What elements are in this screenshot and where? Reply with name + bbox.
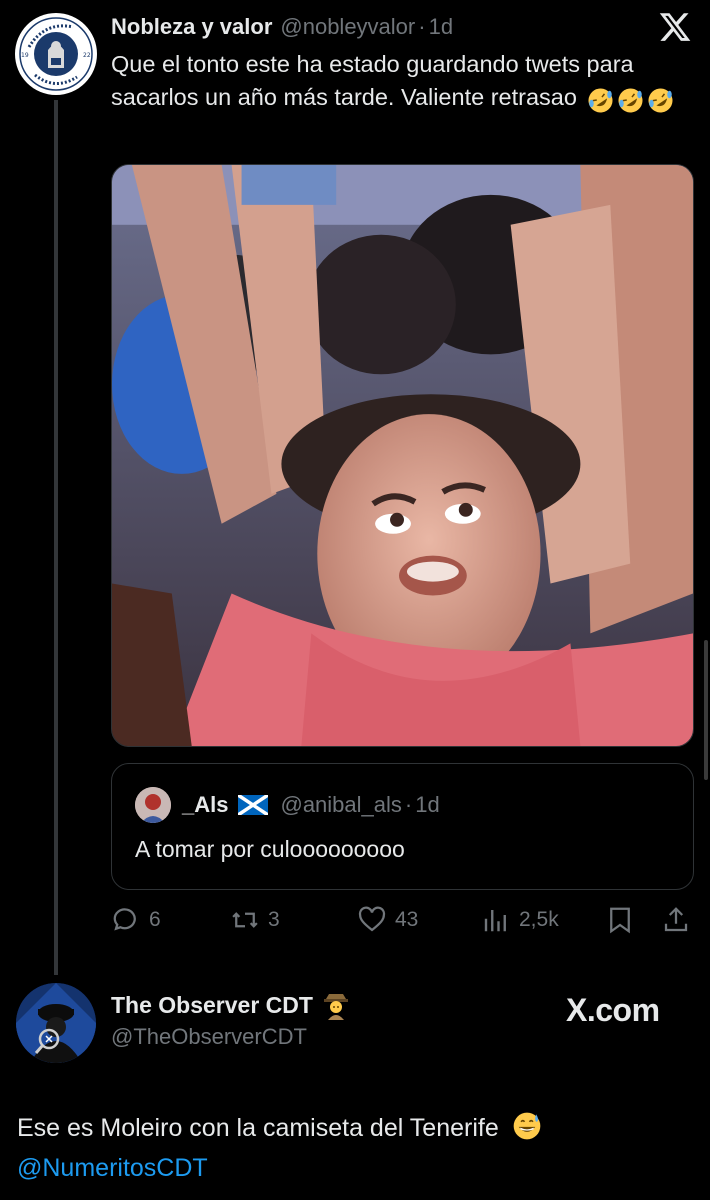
mention-link[interactable]: @NumeritosCDT — [17, 1154, 208, 1182]
tweet-media-image[interactable] — [111, 164, 694, 747]
thread-line — [54, 100, 58, 975]
scrollbar[interactable] — [704, 640, 708, 780]
like-button[interactable]: 43 — [357, 900, 418, 940]
reply-header: The Observer CDT — [111, 987, 349, 1023]
emoji-group — [587, 82, 677, 115]
rolling-on-floor-laughing-icon — [618, 88, 643, 113]
observer-avatar-image — [16, 983, 96, 1063]
heart-icon — [358, 906, 386, 932]
retweet-button[interactable]: 3 — [230, 900, 280, 940]
svg-text:22: 22 — [83, 52, 91, 59]
reply-text-body: Ese es Moleiro con la camiseta del Tener… — [17, 1114, 499, 1142]
quoted-tweet[interactable]: _Als @anibal_als · 1d A tomar por culooo… — [111, 763, 694, 890]
view-count: 2,5k — [519, 908, 559, 931]
xcom-watermark: X.com — [566, 992, 660, 1028]
retweet-icon — [232, 912, 258, 928]
grinning-face-with-sweat-icon — [513, 1112, 541, 1140]
quoted-author-avatar[interactable] — [135, 787, 171, 823]
reply-author-handle[interactable]: @TheObserverCDT — [111, 1024, 307, 1050]
separator-dot: · — [418, 14, 426, 39]
quoted-tweet-time[interactable]: 1d — [415, 792, 439, 818]
quoted-author-name[interactable]: _Als — [182, 792, 228, 818]
views-button[interactable]: 2,5k — [481, 900, 559, 940]
retweet-count: 3 — [268, 908, 280, 931]
svg-text:19: 19 — [21, 52, 29, 59]
tweet-actions: 6 3 43 2,5k — [111, 900, 694, 940]
tweet-header: Nobleza y valor @nobleyvalor · 1d — [111, 10, 453, 44]
reply-count: 6 — [149, 908, 161, 931]
bookmark-button[interactable] — [605, 900, 635, 940]
avatar-image — [135, 787, 171, 823]
author-name[interactable]: Nobleza y valor — [111, 14, 272, 40]
reply-author-name[interactable]: The Observer CDT — [111, 992, 313, 1019]
reply-author-avatar[interactable] — [16, 983, 96, 1063]
author-avatar[interactable]: 19 22 — [15, 13, 97, 95]
x-logo-icon[interactable] — [658, 10, 692, 44]
share-button[interactable] — [661, 900, 691, 940]
like-count: 43 — [395, 908, 419, 931]
detective-icon — [323, 994, 348, 1020]
tweet[interactable]: 19 22 Nobleza y valor @nobleyvalor · 1d … — [0, 0, 710, 975]
rolling-on-floor-laughing-icon — [588, 88, 613, 113]
rolling-on-floor-laughing-icon — [648, 88, 673, 113]
quoted-author-handle[interactable]: @anibal_als — [280, 792, 401, 818]
scotland-flag-icon — [238, 795, 269, 815]
tweet-text: Que el tonto este ha estado guardando tw… — [111, 48, 691, 115]
bookmark-icon — [610, 907, 630, 934]
crowd-photo — [112, 165, 693, 746]
tweet-text-body: Que el tonto este ha estado guardando tw… — [111, 51, 634, 110]
bar-chart-icon — [484, 910, 506, 932]
separator-dot: · — [404, 792, 413, 817]
tweet-time[interactable]: 1d — [429, 14, 453, 40]
real-zaragoza-logo: 19 22 — [16, 14, 96, 94]
reply-button[interactable]: 6 — [111, 900, 161, 940]
author-handle[interactable]: @nobleyvalor — [280, 14, 415, 40]
quoted-tweet-header: _Als @anibal_als · 1d — [182, 786, 440, 824]
reply-text: Ese es Moleiro con la camiseta del Tener… — [17, 1108, 697, 1188]
share-icon — [664, 907, 688, 932]
reply-icon — [113, 908, 136, 931]
quoted-tweet-text: A tomar por culooooooooo — [135, 836, 405, 862]
